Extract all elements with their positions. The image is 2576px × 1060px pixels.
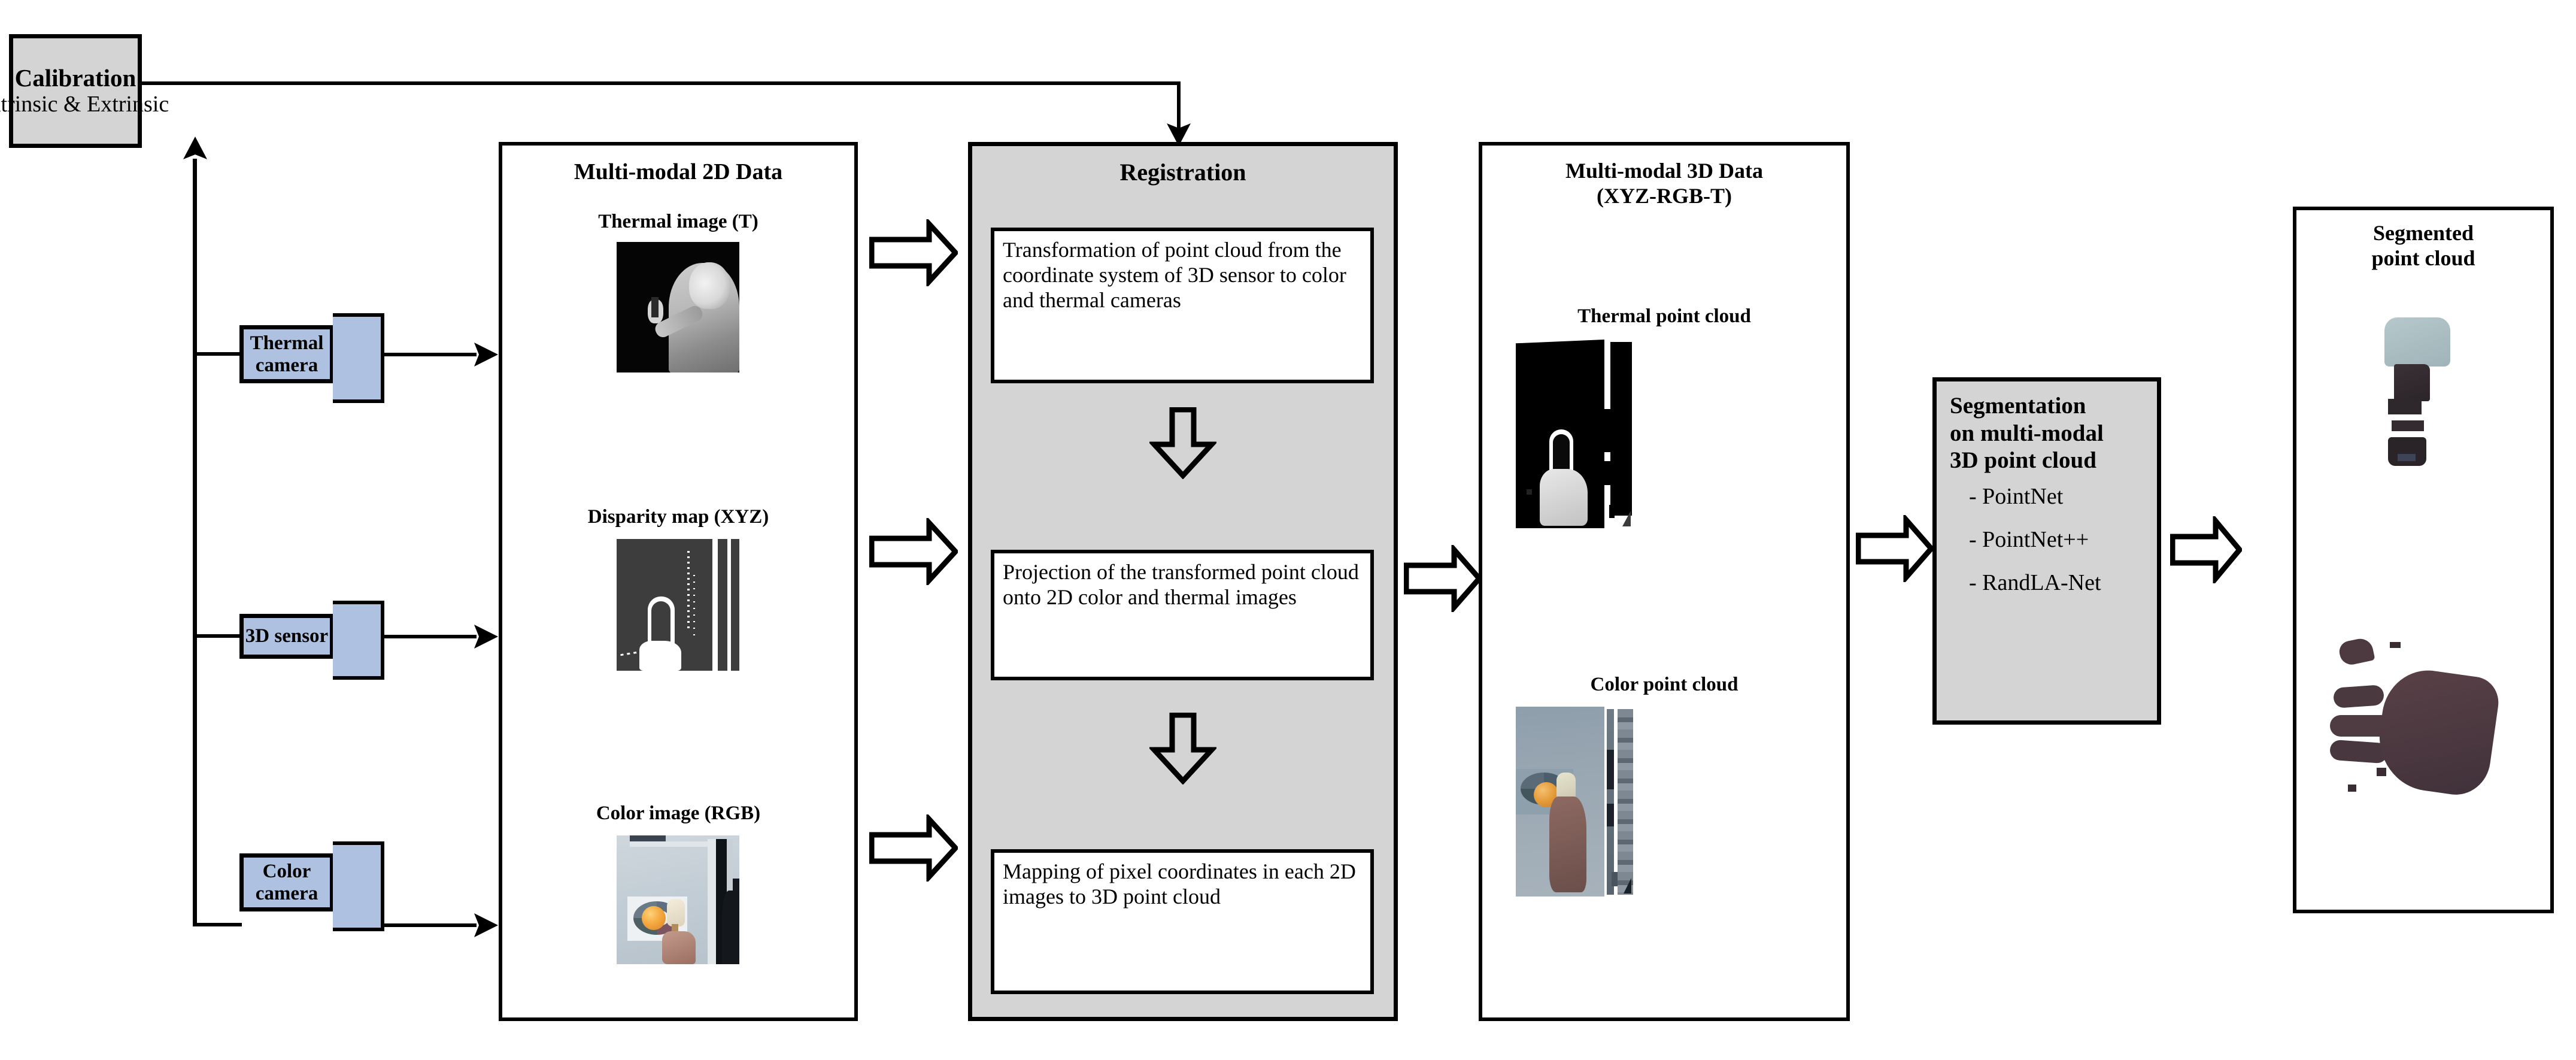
color-to-2d-arrowhead (471, 912, 498, 941)
segmentation-method-pointnetpp: - PointNet++ (1969, 526, 2089, 552)
color-to-2d-line (381, 923, 477, 927)
block-arrow-2d-to-registration-1 (869, 219, 958, 286)
bus-stub-3d (193, 634, 242, 638)
segmentation-box: Segmentation on multi-modal 3D point clo… (1932, 377, 2161, 725)
sensor-box-color-camera[interactable]: Color camera (239, 853, 334, 911)
sensor-label-thermal-camera: Thermal camera (250, 332, 324, 376)
down-arrow-registration-1 (1149, 407, 1216, 479)
output-title-line1: Segmented (2373, 221, 2474, 245)
color-image-thumbnail (617, 835, 739, 964)
calibration-box: Calibration Intrinsic & Extrinsic (0, 34, 169, 148)
calibration-title: Calibration (14, 63, 136, 92)
block-arrow-segmentation-to-output (2170, 516, 2242, 583)
block-arrow-3d-to-segmentation (1856, 515, 1934, 582)
bus-stub-thermal (193, 352, 242, 356)
thermal-to-2d-line (381, 353, 477, 356)
panel-3d-title-line1: Multi-modal 3D Data (1565, 159, 1763, 183)
sensor-label-color-camera: Color camera (255, 860, 318, 904)
caption-color-image: Color image (RGB) (596, 802, 761, 824)
panel-2d-title: Multi-modal 2D Data (574, 159, 783, 184)
calibration-to-registration-line-h (142, 81, 1181, 85)
segmentation-title-line3: 3D point cloud (1950, 447, 2096, 474)
calibration-feedback-arrowhead (181, 137, 210, 166)
disparity-map-thumbnail (617, 539, 739, 671)
segmentation-method-list: - PointNet - PointNet++ - RandLA-Net (1937, 485, 2157, 594)
lens-icon-3d (333, 601, 384, 680)
block-arrow-2d-to-registration-3 (869, 814, 958, 882)
3d-to-2d-line (381, 635, 477, 638)
segmentation-method-randlanet: - RandLA-Net (1969, 570, 2101, 595)
down-arrow-registration-2 (1149, 713, 1216, 785)
lens-icon-thermal (333, 313, 384, 403)
caption-thermal-point-cloud: Thermal point cloud (1577, 305, 1751, 327)
sensor-box-thermal-camera[interactable]: Thermal camera (239, 325, 334, 383)
segmented-hand-thumbnail (2330, 635, 2510, 832)
caption-color-point-cloud: Color point cloud (1590, 674, 1738, 695)
calibration-feedback-bus (193, 159, 197, 926)
color-point-cloud-thumbnail (1516, 707, 1640, 897)
segmented-object-thumbnail (2368, 317, 2475, 497)
output-title-line2: point cloud (2371, 246, 2475, 270)
registration-step-2: Projection of the transformed point clou… (991, 550, 1374, 680)
thermal-image-thumbnail (617, 242, 739, 372)
registration-step-3: Mapping of pixel coordinates in each 2D … (991, 849, 1374, 994)
segmentation-title-line1: Segmentation (1950, 393, 2086, 419)
calibration-subtitle: Intrinsic & Extrinsic (0, 91, 169, 117)
sensor-label-3d-sensor: 3D sensor (245, 625, 329, 647)
panel-3d-title-line2: (XYZ-RGB-T) (1597, 183, 1732, 208)
thermal-to-2d-arrowhead (471, 341, 498, 371)
caption-thermal-image: Thermal image (T) (598, 211, 758, 232)
lens-icon-color (333, 841, 384, 931)
block-arrow-registration-to-3d (1404, 545, 1482, 612)
registration-step-1: Transformation of point cloud from the c… (991, 228, 1374, 383)
bus-stub-color (193, 923, 242, 926)
caption-disparity-map: Disparity map (XYZ) (587, 506, 769, 528)
thermal-point-cloud-thumbnail (1516, 338, 1640, 528)
segmentation-title-line2: on multi-modal (1950, 420, 2104, 446)
block-arrow-2d-to-registration-2 (869, 518, 958, 585)
3d-to-2d-arrowhead (471, 623, 498, 653)
sensor-box-3d-sensor[interactable]: 3D sensor (239, 614, 334, 659)
segmentation-method-pointnet: - PointNet (1969, 483, 2064, 509)
registration-title: Registration (1119, 159, 1246, 186)
diagram-canvas: Calibration Intrinsic & Extrinsic Therma… (0, 0, 2576, 1060)
